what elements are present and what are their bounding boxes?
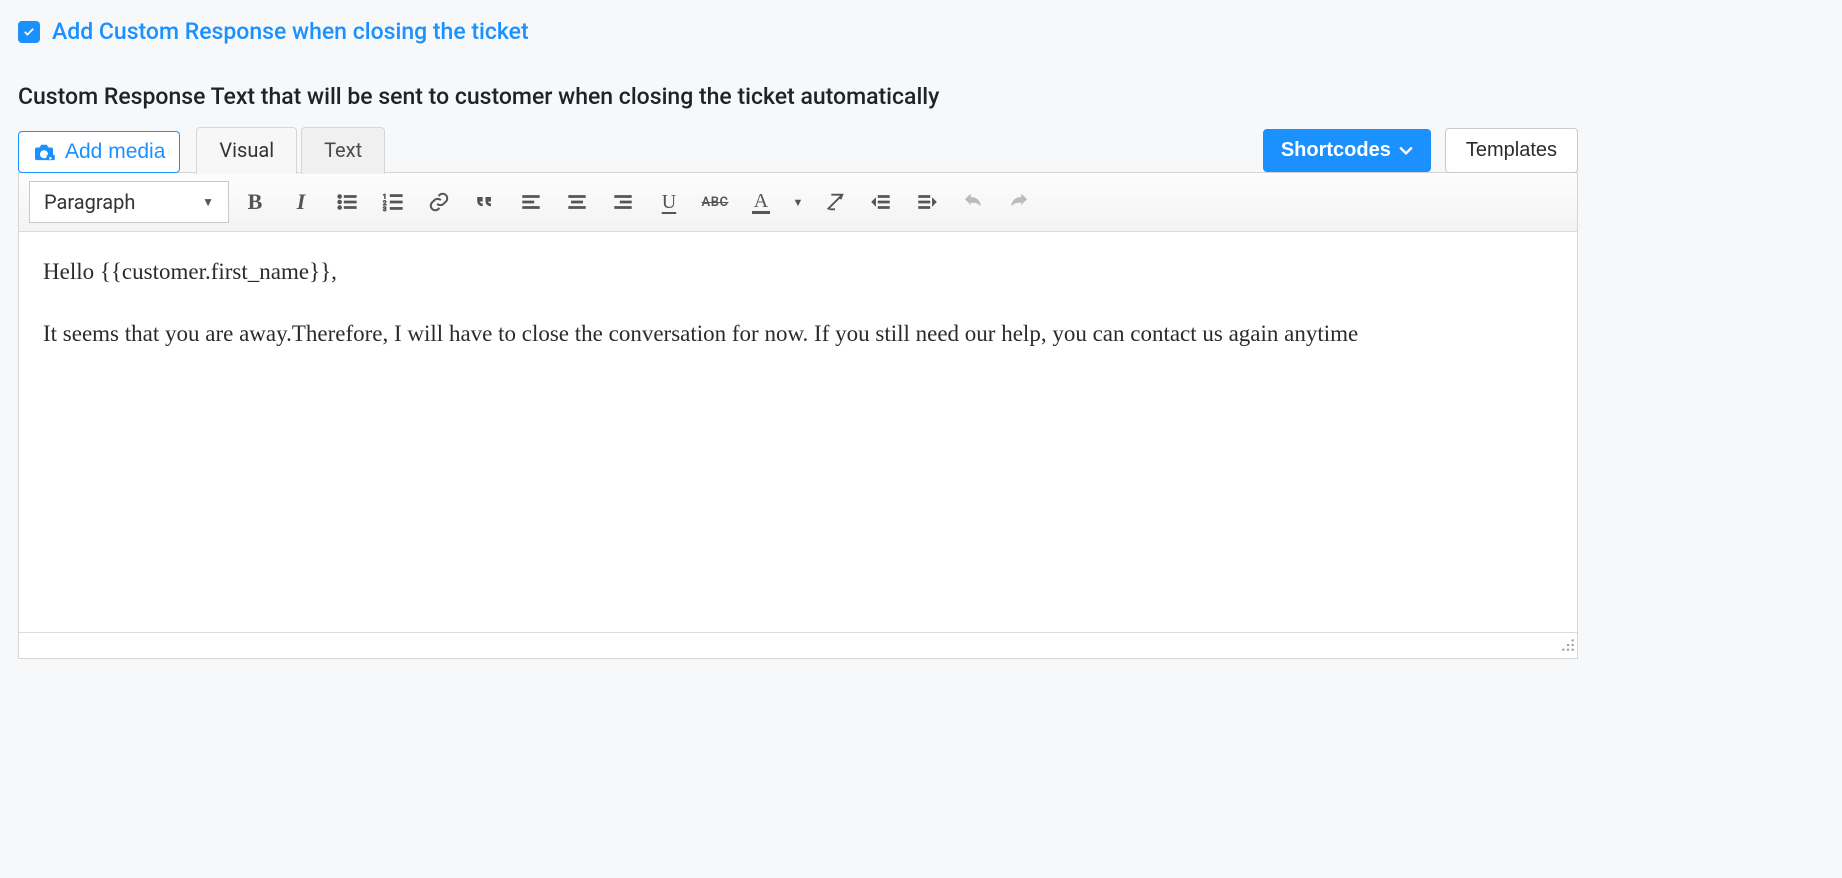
underline-button[interactable]: U: [649, 182, 689, 222]
templates-button[interactable]: Templates: [1445, 128, 1578, 173]
align-center-button[interactable]: [557, 182, 597, 222]
tab-text[interactable]: Text: [301, 127, 385, 174]
resize-grip-icon[interactable]: [1561, 637, 1575, 656]
content-paragraph: It seems that you are away.Therefore, I …: [43, 316, 1553, 352]
shortcodes-label: Shortcodes: [1281, 139, 1391, 162]
link-button[interactable]: [419, 182, 459, 222]
format-selected: Paragraph: [44, 190, 135, 214]
editor-statusbar: [19, 632, 1577, 658]
bold-button[interactable]: B: [235, 182, 275, 222]
editor-toolbar: Paragraph ▼ B I 123: [19, 173, 1577, 232]
bullet-list-button[interactable]: [327, 182, 367, 222]
svg-text:3: 3: [383, 205, 387, 213]
chevron-down-icon: [1399, 139, 1413, 162]
italic-button[interactable]: I: [281, 182, 321, 222]
align-left-button[interactable]: [511, 182, 551, 222]
text-color-dropdown[interactable]: ▼: [787, 182, 809, 222]
camera-icon: [33, 143, 55, 161]
blockquote-button[interactable]: [465, 182, 505, 222]
add-custom-response-label[interactable]: Add Custom Response when closing the tic…: [52, 18, 529, 45]
redo-button[interactable]: [999, 182, 1039, 222]
rich-text-editor: Paragraph ▼ B I 123: [18, 172, 1578, 659]
content-paragraph: Hello {{customer.first_name}},: [43, 254, 1553, 290]
strikethrough-button[interactable]: ABC: [695, 182, 735, 222]
text-color-button[interactable]: A: [741, 182, 781, 222]
add-media-label: Add media: [65, 140, 165, 164]
format-dropdown[interactable]: Paragraph ▼: [29, 181, 229, 223]
editor-content[interactable]: Hello {{customer.first_name}}, It seems …: [19, 232, 1577, 632]
align-right-button[interactable]: [603, 182, 643, 222]
outdent-button[interactable]: [861, 182, 901, 222]
undo-button[interactable]: [953, 182, 993, 222]
caret-down-icon: ▼: [202, 195, 214, 209]
custom-response-heading: Custom Response Text that will be sent t…: [18, 83, 1578, 110]
clear-formatting-button[interactable]: [815, 182, 855, 222]
add-media-button[interactable]: Add media: [18, 131, 180, 173]
tab-visual[interactable]: Visual: [196, 127, 297, 174]
add-custom-response-checkbox[interactable]: [18, 21, 40, 43]
indent-button[interactable]: [907, 182, 947, 222]
shortcodes-button[interactable]: Shortcodes: [1263, 129, 1431, 172]
numbered-list-button[interactable]: 123: [373, 182, 413, 222]
